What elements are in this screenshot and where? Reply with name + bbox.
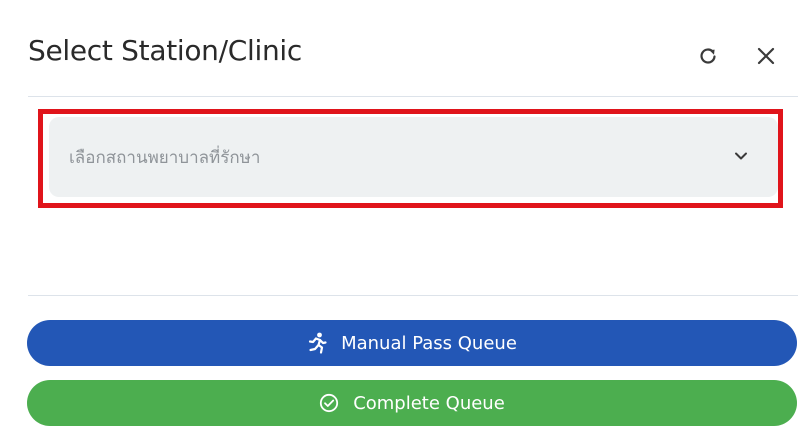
footer-divider xyxy=(28,295,798,296)
check-circle-icon xyxy=(319,393,339,413)
refresh-button[interactable] xyxy=(690,38,726,74)
close-button[interactable] xyxy=(748,38,784,74)
header-divider xyxy=(28,96,798,97)
highlight-annotation-box xyxy=(38,109,783,208)
manual-pass-queue-label: Manual Pass Queue xyxy=(341,332,517,354)
close-icon xyxy=(757,47,775,65)
complete-queue-button[interactable]: Complete Queue xyxy=(27,380,797,426)
running-person-icon xyxy=(307,332,327,354)
page-title: Select Station/Clinic xyxy=(28,34,302,67)
complete-queue-label: Complete Queue xyxy=(353,392,505,414)
refresh-icon xyxy=(700,48,716,64)
manual-pass-queue-button[interactable]: Manual Pass Queue xyxy=(27,320,797,366)
